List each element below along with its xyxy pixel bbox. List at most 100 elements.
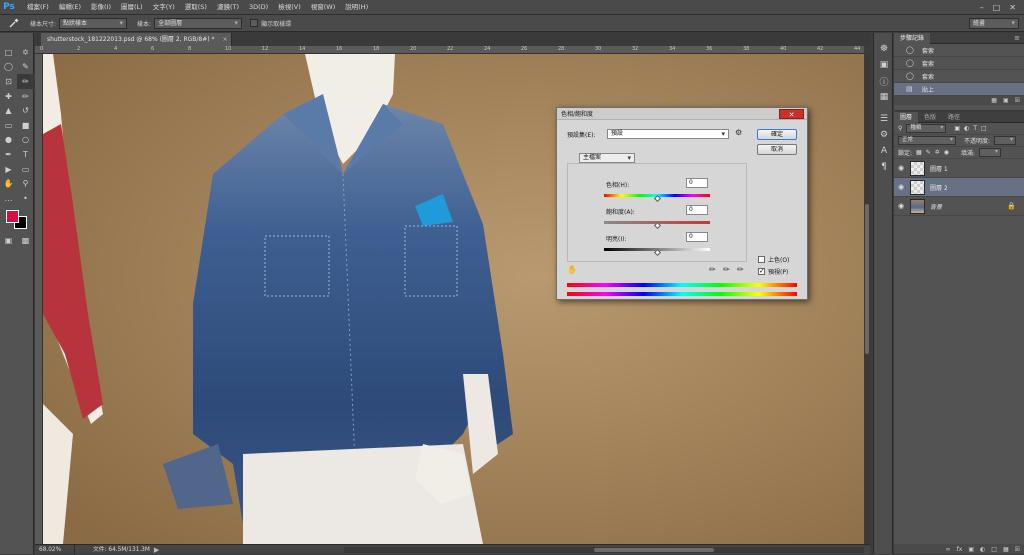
swatches-panel-icon[interactable]: ▦: [874, 89, 894, 105]
info-panel-icon[interactable]: ⓘ: [874, 73, 894, 89]
eyedropper-minus-icon[interactable]: ✏: [737, 265, 744, 274]
history-item[interactable]: ◯ 套索: [894, 70, 1024, 83]
show-ring-checkbox[interactable]: [250, 19, 259, 27]
targeted-adjustment-hand-icon[interactable]: ✋: [567, 265, 577, 274]
minimize-icon[interactable]: –: [980, 3, 984, 12]
color-panel-icon[interactable]: ▣: [874, 57, 894, 73]
eraser-tool-icon[interactable]: ▭: [0, 118, 17, 133]
vertical-scroll-thumb[interactable]: [865, 204, 869, 354]
layer-row[interactable]: ◉ 圖層 1: [894, 159, 1024, 178]
status-arrow-icon[interactable]: ▶: [154, 546, 159, 554]
vertical-scrollbar[interactable]: [864, 54, 870, 544]
delete-layer-icon[interactable]: ☒: [1015, 546, 1020, 553]
menu-type[interactable]: 文字(Y): [148, 0, 180, 15]
zoom-tool-icon[interactable]: ⚲: [17, 176, 34, 191]
history-brush-icon[interactable]: ↺: [17, 103, 34, 118]
pen-tool-icon[interactable]: ✒: [0, 147, 17, 162]
layer-style-icon[interactable]: fx: [957, 546, 963, 553]
preset-select[interactable]: 預設: [607, 129, 729, 139]
history-item[interactable]: ◯ 套索: [894, 57, 1024, 70]
channel-select[interactable]: 主檔案: [579, 153, 635, 163]
panel-menu-icon[interactable]: ≡: [1014, 34, 1020, 42]
visibility-eye-icon[interactable]: ◉: [894, 183, 908, 191]
eyedropper-tool-icon[interactable]: ✏: [17, 74, 34, 89]
sample-select[interactable]: 全部圖層: [154, 17, 243, 29]
hand-tool-icon[interactable]: ✋: [0, 176, 17, 191]
tab-channels[interactable]: 色版: [918, 112, 942, 123]
ok-button[interactable]: 確定: [757, 129, 797, 140]
saturation-input[interactable]: 0: [686, 205, 708, 215]
filter-pixel-icon[interactable]: ▣: [954, 125, 960, 132]
menu-3d[interactable]: 3D(D): [244, 0, 273, 15]
snapshot-icon[interactable]: ▣: [1003, 97, 1009, 104]
visibility-eye-icon[interactable]: ◉: [894, 164, 908, 172]
paragraph-panel-icon[interactable]: ¶: [874, 159, 894, 175]
link-layers-icon[interactable]: ∞: [946, 546, 951, 553]
eyedropper-plus-icon[interactable]: ✏: [723, 265, 730, 274]
cancel-button[interactable]: 取消: [757, 144, 797, 155]
menu-view[interactable]: 檢視(V): [273, 0, 306, 15]
menu-help[interactable]: 說明(H): [340, 0, 373, 15]
new-group-icon[interactable]: □: [991, 546, 997, 553]
menu-window[interactable]: 視窗(W): [306, 0, 341, 15]
preview-checkbox[interactable]: ✓: [758, 268, 765, 275]
filter-shape-icon[interactable]: □: [981, 125, 987, 132]
trash-icon[interactable]: ☒: [1015, 97, 1020, 104]
menu-file[interactable]: 檔案(F): [22, 0, 54, 15]
dialog-close-button[interactable]: ✕: [779, 109, 804, 119]
preset-options-icon[interactable]: ⚙: [735, 128, 742, 137]
brush-panel-icon[interactable]: ☰: [874, 111, 894, 127]
tools-preset-icon[interactable]: ⚙: [874, 127, 894, 143]
lightness-input[interactable]: 0: [686, 232, 708, 242]
quick-select-tool-icon[interactable]: ✎: [17, 60, 34, 75]
sample-size-select[interactable]: 點狀樣本: [59, 17, 128, 29]
history-tab[interactable]: 步驟記錄: [894, 32, 931, 44]
dodge-tool-icon[interactable]: ○: [17, 133, 34, 148]
blur-tool-icon[interactable]: ●: [0, 133, 17, 148]
close-icon[interactable]: ✕: [1009, 3, 1016, 12]
layer-kind-select[interactable]: 種類: [906, 124, 947, 133]
menu-select[interactable]: 選取(S): [180, 0, 212, 15]
screen-mode-icon[interactable]: ▩: [17, 234, 34, 249]
horizontal-scrollbar[interactable]: [344, 546, 864, 553]
menu-image[interactable]: 影像(I): [86, 0, 116, 15]
filter-type-icon[interactable]: T: [973, 125, 977, 132]
fill-field[interactable]: [979, 148, 1002, 157]
more-tools-icon[interactable]: …: [0, 191, 17, 206]
lock-all-icon[interactable]: ◉: [944, 149, 949, 156]
lasso-tool-icon[interactable]: ◯: [0, 60, 17, 75]
quick-mask-icon[interactable]: ▣: [0, 234, 17, 249]
edit-toolbar-icon[interactable]: •: [17, 191, 34, 206]
dialog-titlebar[interactable]: 色相/飽和度: [557, 108, 807, 120]
workspace-select[interactable]: 繪畫: [969, 17, 1019, 29]
filter-adjust-icon[interactable]: ◐: [964, 125, 969, 132]
add-mask-icon[interactable]: ▣: [968, 546, 974, 553]
foreground-color-swatch[interactable]: [6, 209, 19, 223]
opacity-field[interactable]: [994, 136, 1017, 145]
menu-edit[interactable]: 編輯(E): [54, 0, 86, 15]
tab-layers[interactable]: 圖層: [894, 111, 919, 123]
marquee-tool-icon[interactable]: □: [0, 45, 17, 60]
new-layer-icon[interactable]: ▦: [1003, 546, 1009, 553]
path-select-icon[interactable]: ▶: [0, 162, 17, 177]
new-document-from-state-icon[interactable]: ▦: [991, 97, 997, 104]
maximize-icon[interactable]: □: [993, 3, 1001, 12]
layer-row[interactable]: ◉ 圖層 2: [894, 178, 1024, 197]
history-item[interactable]: ◯ 套索: [894, 44, 1024, 57]
menu-layer[interactable]: 圖層(L): [116, 0, 148, 15]
hue-input[interactable]: 0: [686, 178, 708, 188]
clone-stamp-icon[interactable]: ▲: [0, 103, 17, 118]
visibility-eye-icon[interactable]: ◉: [894, 202, 908, 210]
colorize-checkbox[interactable]: [758, 256, 765, 263]
rectangle-tool-icon[interactable]: ▭: [17, 162, 34, 177]
tab-paths[interactable]: 路徑: [942, 112, 966, 123]
type-tool-icon[interactable]: T: [17, 147, 34, 162]
eyedropper-tool-preset-icon[interactable]: [4, 16, 24, 30]
crop-tool-icon[interactable]: ⊡: [0, 74, 17, 89]
menu-filter[interactable]: 濾鏡(T): [212, 0, 244, 15]
layer-row[interactable]: ◉ 背景 🔒: [894, 197, 1024, 216]
blend-mode-select[interactable]: 正常: [898, 136, 956, 145]
lock-pixels-icon[interactable]: ✎: [926, 149, 931, 156]
move-tool-icon[interactable]: ✡: [17, 45, 34, 60]
healing-brush-icon[interactable]: ✚: [0, 89, 17, 104]
